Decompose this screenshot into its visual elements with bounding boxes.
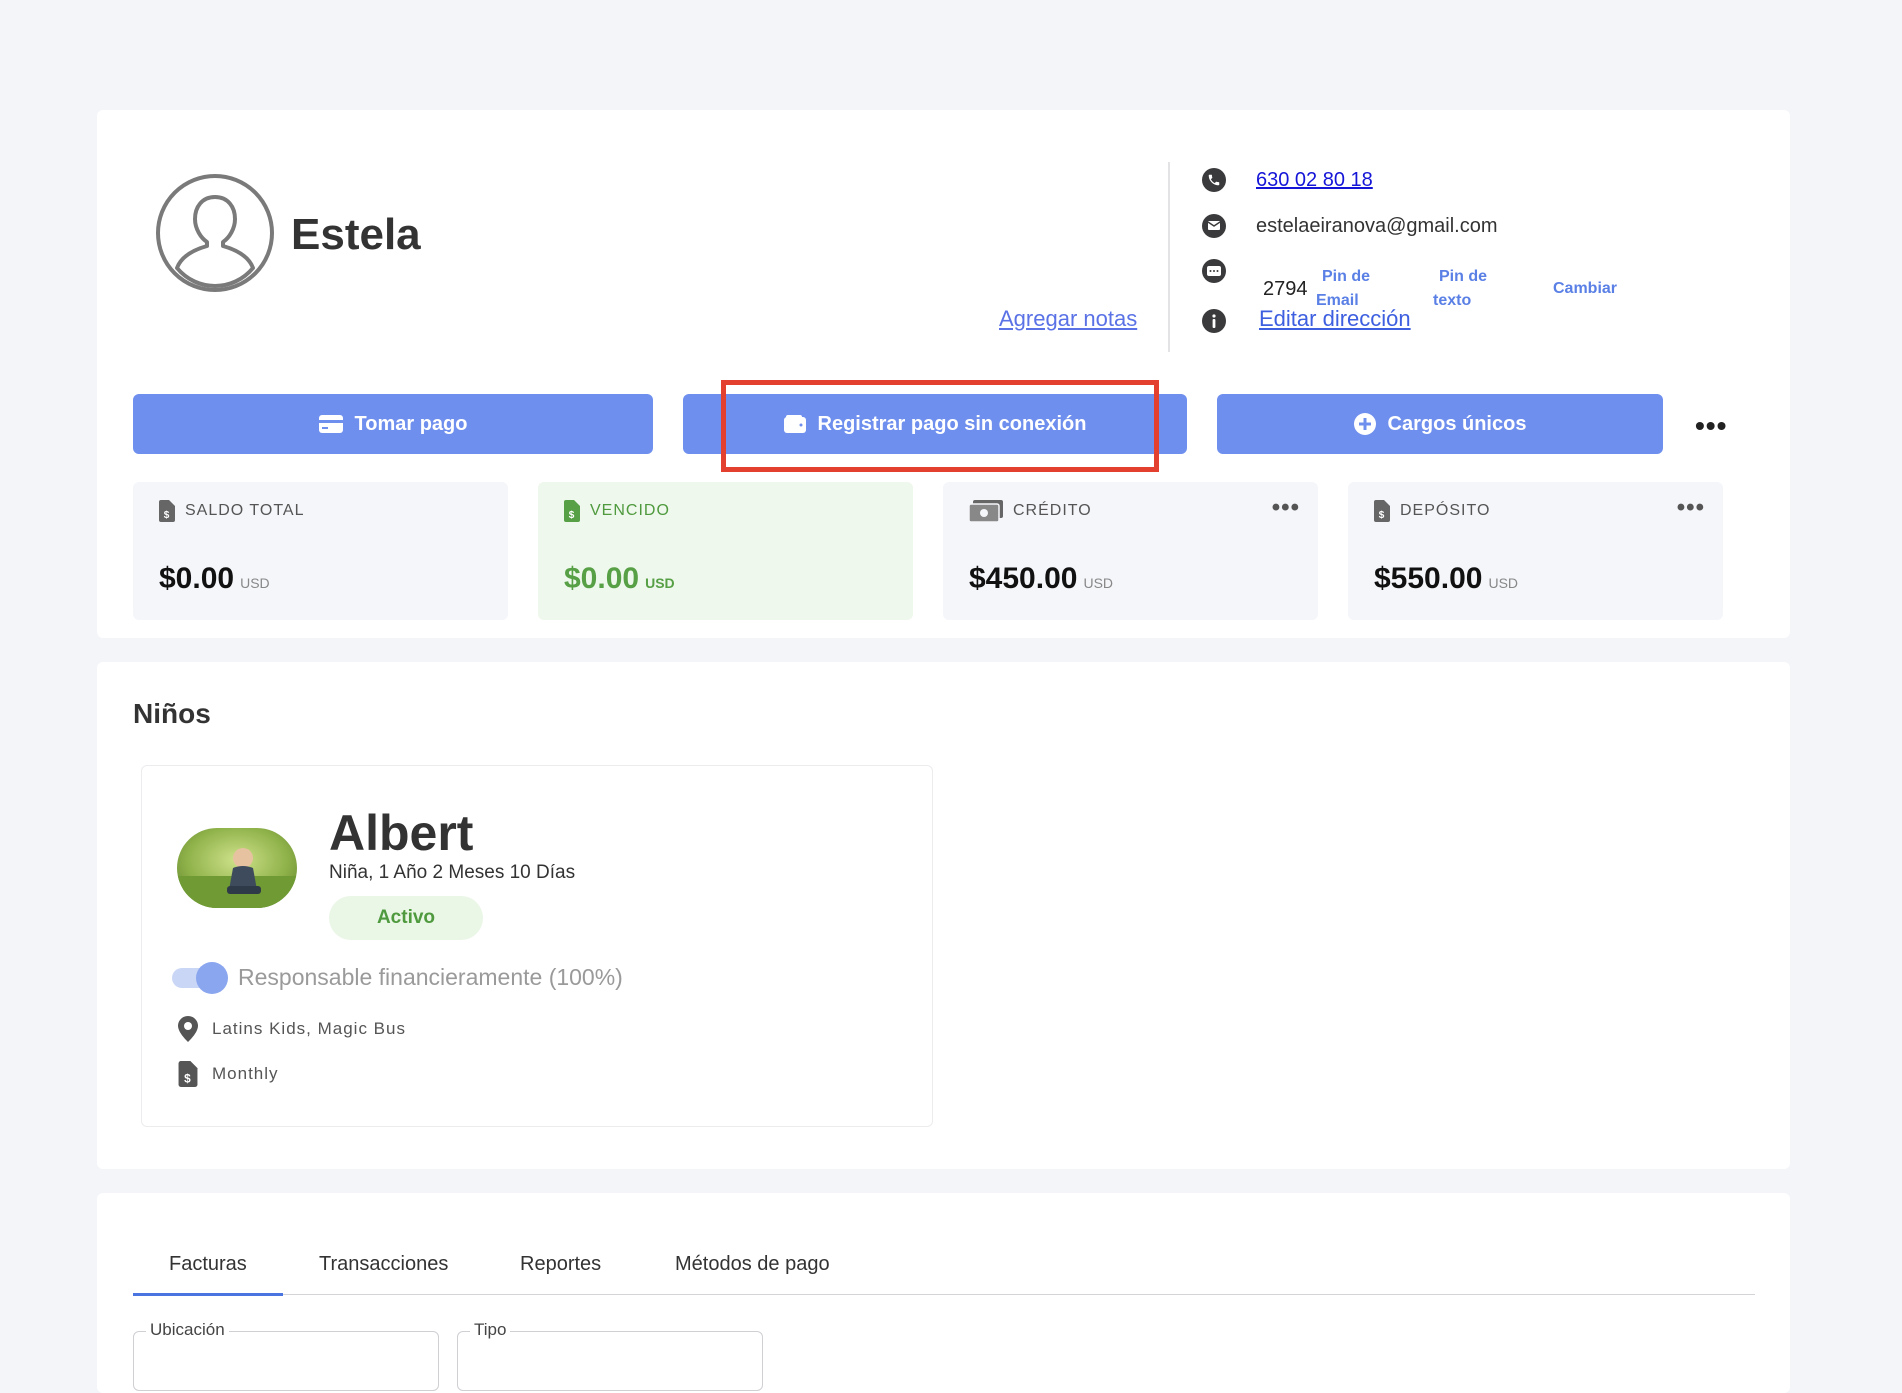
invoice-dollar-icon: $: [1374, 500, 1390, 522]
change-pin-link[interactable]: Cambiar: [1553, 277, 1617, 301]
credit-card-icon: [318, 415, 343, 433]
highlight-annotation: [721, 380, 1159, 472]
child-details: Niña, 1 Año 2 Meses 10 Días: [329, 862, 576, 883]
pin-text-line2: texto: [1433, 292, 1472, 309]
financial-responsible-toggle[interactable]: [172, 962, 228, 994]
map-pin-icon: [178, 1016, 198, 1042]
phone-icon: [1202, 168, 1226, 192]
stat-currency: USD: [1488, 575, 1519, 591]
stat-label: VENCIDO: [590, 502, 670, 519]
stat-credit: CRÉDITO ••• $450.00 USD: [943, 482, 1318, 620]
invoice-dollar-icon: $: [159, 500, 175, 522]
stat-currency: USD: [1083, 575, 1114, 591]
svg-text:$: $: [184, 1071, 192, 1085]
email-row: estelaeiranova@gmail.com: [1202, 214, 1498, 238]
svg-text:$: $: [164, 510, 171, 521]
stat-value: $0.00: [564, 562, 640, 595]
tabs-card: Facturas Transacciones Reportes Métodos …: [97, 1193, 1790, 1393]
add-notes-link[interactable]: Agregar notas: [999, 306, 1137, 332]
stat-label: SALDO TOTAL: [185, 502, 305, 519]
keypad-icon: [1202, 259, 1226, 283]
tab-bar: Facturas Transacciones Reportes Métodos …: [133, 1245, 1755, 1296]
email-text: estelaeiranova@gmail.com: [1256, 214, 1498, 237]
take-payment-label: Tomar pago: [354, 412, 468, 435]
stat-more-button[interactable]: •••: [1272, 494, 1300, 522]
type-filter-label: Tipo: [470, 1320, 511, 1340]
info-icon: [1202, 309, 1226, 333]
pin-row: [1202, 259, 1226, 283]
stat-label: CRÉDITO: [1013, 502, 1092, 519]
stat-label: DEPÓSITO: [1400, 502, 1491, 519]
tab-payment-methods[interactable]: Métodos de pago: [675, 1253, 830, 1276]
stat-currency: USD: [240, 575, 270, 591]
type-filter[interactable]: Tipo: [457, 1320, 763, 1391]
child-name: Albert: [329, 805, 474, 861]
location-row: Latins Kids, Magic Bus: [178, 1016, 406, 1042]
child-plan: Monthly: [212, 1064, 279, 1083]
one-time-charges-label: Cargos únicos: [1387, 412, 1527, 435]
divider: [1168, 162, 1170, 352]
user-silhouette-icon: [156, 174, 274, 292]
stat-deposit: $ DEPÓSITO ••• $550.00 USD: [1348, 482, 1723, 620]
stat-total-balance: $ SALDO TOTAL $0.00 USD: [133, 482, 508, 620]
phone-link[interactable]: 630 02 80 18: [1256, 169, 1373, 192]
take-payment-button[interactable]: Tomar pago: [133, 394, 653, 454]
stat-value: $450.00: [969, 562, 1078, 595]
svg-text:$: $: [569, 510, 576, 521]
tab-invoices[interactable]: Facturas: [169, 1253, 247, 1276]
stat-overdue: $ VENCIDO $0.00 USD: [538, 482, 913, 620]
invoice-dollar-icon: $: [178, 1061, 198, 1087]
children-card: Niños Albert Niña, 1 Año 2 Meses 10 Días: [97, 662, 1790, 1169]
phone-row: 630 02 80 18: [1202, 168, 1373, 192]
child-location: Latins Kids, Magic Bus: [212, 1019, 406, 1038]
pin-value: 2794: [1263, 278, 1308, 300]
stat-more-button[interactable]: •••: [1677, 494, 1705, 522]
pin-text-line1: Pin de: [1439, 268, 1488, 285]
active-tab-indicator: [133, 1293, 283, 1296]
child-card[interactable]: Albert Niña, 1 Año 2 Meses 10 Días Activ…: [141, 765, 933, 1127]
edit-address-link[interactable]: Editar dirección: [1259, 306, 1411, 332]
pin-text-link[interactable]: Pin de texto: [1433, 265, 1487, 313]
parent-name: Estela: [291, 210, 421, 259]
money-bill-icon: [969, 500, 1003, 522]
children-title: Niños: [133, 698, 211, 729]
profile-card: Estela Agregar notas 630 02 80 18 estela…: [97, 110, 1790, 638]
avatar: [155, 173, 275, 293]
plan-row: $ Monthly: [178, 1061, 279, 1087]
svg-text:$: $: [1379, 510, 1386, 521]
location-filter-label: Ubicación: [146, 1320, 229, 1340]
invoice-dollar-icon: $: [564, 500, 580, 522]
stat-currency: USD: [645, 575, 675, 591]
status-badge: Activo: [329, 896, 483, 940]
stat-value: $550.00: [1374, 562, 1483, 595]
one-time-charges-button[interactable]: Cargos únicos: [1217, 394, 1663, 454]
child-photo: [177, 828, 297, 908]
financial-responsible-label: Responsable financieramente (100%): [238, 964, 623, 990]
stat-value: $0.00: [159, 562, 235, 595]
address-row: [1202, 309, 1226, 333]
tab-reports[interactable]: Reportes: [520, 1253, 601, 1276]
pin-email-line1: Pin de: [1322, 268, 1371, 285]
more-actions-button[interactable]: •••: [1695, 410, 1727, 442]
plus-circle-icon: [1353, 413, 1376, 435]
envelope-icon: [1202, 214, 1226, 238]
location-filter[interactable]: Ubicación: [133, 1320, 439, 1391]
tab-transactions[interactable]: Transacciones: [319, 1253, 448, 1276]
